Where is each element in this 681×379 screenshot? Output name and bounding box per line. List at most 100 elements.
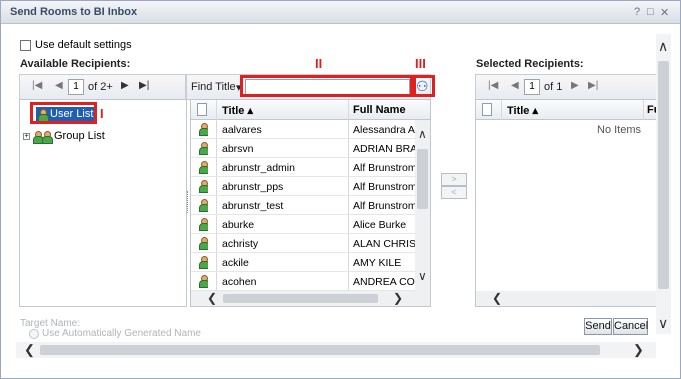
selected-horizontal-scrollbar[interactable]: ❮ — [476, 291, 657, 306]
selected-column-title[interactable]: Title ▴ — [507, 104, 538, 117]
cell-full-name: Alice Burke — [353, 219, 407, 231]
close-icon[interactable]: ✕ — [660, 6, 669, 19]
annotation-label-three: III — [415, 56, 426, 71]
table-row[interactable]: abrsvn ADRIAN BRASC — [191, 139, 415, 158]
scroll-thumb[interactable] — [417, 149, 428, 209]
available-recipients-grid: Title ▴ Full Name aalvares Alessandra Alv… — [190, 99, 431, 307]
find-title-label[interactable]: Find Title — [191, 81, 236, 93]
scroll-up-icon[interactable]: ∧ — [418, 127, 427, 141]
scroll-left-icon[interactable]: ❮ — [207, 291, 217, 305]
cell-title: abrunstr_admin — [222, 162, 295, 174]
cell-full-name: AMY KILE — [353, 257, 402, 269]
scroll-up-icon[interactable]: ∧ — [658, 38, 668, 55]
empty-list-text: No Items — [597, 124, 642, 136]
cell-title: aburke — [222, 219, 255, 231]
cell-title: acohen — [222, 276, 257, 288]
column-divider — [643, 100, 644, 120]
cell-title: ackile — [222, 257, 249, 269]
selected-pager: |◀ ◀ 1 of 1 ▶ ▶| — [475, 74, 658, 100]
last-page-icon[interactable]: ▶| — [139, 80, 149, 91]
available-pager: |◀ ◀ 1 of 2+ ▶ ▶| — [19, 74, 186, 100]
cell-full-name: Alf Brunstrom — [353, 162, 415, 174]
tree-item-group-list[interactable]: + Group List — [23, 130, 105, 144]
use-default-checkbox[interactable] — [20, 40, 31, 51]
page-number-input[interactable]: 1 — [68, 79, 84, 95]
cell-title: aalvares — [222, 124, 262, 136]
cell-full-name: Alf Brunstrom - — [353, 200, 415, 212]
remove-recipient-button[interactable]: < — [441, 186, 467, 199]
prev-page-icon[interactable]: ◀ — [55, 80, 63, 91]
dialog-scroll-thumb[interactable] — [658, 61, 669, 289]
group-list-label: Group List — [54, 130, 105, 142]
page-count-text: of 2+ — [88, 81, 113, 93]
auto-name-label: Use Automatically Generated Name — [42, 328, 201, 339]
user-icon — [199, 218, 208, 232]
scroll-left-icon[interactable]: ❮ — [24, 342, 35, 358]
cell-title: abrunstr_test — [222, 200, 284, 212]
table-row[interactable]: abrunstr_pps Alf Brunstrom — [191, 177, 415, 196]
table-row[interactable]: achristy ALAN CHRISTY — [191, 234, 415, 253]
prev-page-icon[interactable]: ◀ — [511, 80, 519, 91]
cell-full-name: ALAN CHRISTY — [353, 238, 415, 250]
table-row[interactable]: acohen ANDREA COHEN — [191, 272, 415, 291]
add-recipient-button[interactable]: > — [441, 173, 467, 186]
use-default-label: Use default settings — [35, 39, 132, 51]
scroll-right-icon[interactable]: ❯ — [633, 342, 644, 358]
cell-title: abrsvn — [222, 143, 254, 155]
available-recipients-heading: Available Recipients: — [20, 58, 131, 70]
document-icon — [197, 103, 207, 116]
scroll-down-icon[interactable]: ∨ — [418, 269, 427, 283]
dialog-horizontal-scrollbar[interactable]: ❮ ❯ — [16, 342, 656, 358]
dialog-vertical-scrollbar[interactable]: ∧ ∨ — [656, 34, 671, 334]
column-divider — [501, 100, 502, 120]
table-row[interactable]: abrunstr_admin Alf Brunstrom — [191, 158, 415, 177]
cell-full-name: Alessandra Alva — [353, 124, 415, 136]
first-page-icon[interactable]: |◀ — [488, 80, 498, 91]
annotation-box-two — [240, 75, 413, 97]
annotation-box-one — [30, 102, 97, 124]
send-button[interactable]: Send — [584, 318, 612, 335]
dialog-title: Send Rooms to BI Inbox — [10, 6, 138, 18]
splitter-handle[interactable] — [187, 191, 190, 213]
dialog-horizontal-thumb[interactable] — [40, 345, 600, 355]
next-page-icon[interactable]: ▶ — [571, 80, 579, 91]
auto-name-radio[interactable] — [29, 329, 39, 339]
annotation-label-one: I — [100, 106, 104, 121]
expand-icon[interactable]: + — [23, 132, 30, 140]
table-row[interactable]: abrunstr_test Alf Brunstrom - — [191, 196, 415, 215]
last-page-icon[interactable]: ▶| — [588, 80, 598, 91]
help-icon[interactable]: ? — [634, 6, 640, 18]
send-rooms-dialog: Send Rooms to BI Inbox ? □ ✕ Use default… — [0, 0, 681, 379]
column-full-name-header[interactable]: Full Name — [353, 104, 406, 116]
user-icon — [199, 199, 208, 213]
selected-page-input[interactable]: 1 — [524, 79, 540, 95]
cell-title: achristy — [222, 238, 259, 250]
horizontal-scrollbar[interactable]: ❮ ❯ — [191, 291, 430, 306]
title-bar: Send Rooms to BI Inbox ? □ ✕ — [1, 1, 680, 24]
scroll-right-icon[interactable]: ❯ — [393, 291, 403, 305]
maximize-icon[interactable]: □ — [647, 6, 654, 18]
next-page-icon[interactable]: ▶ — [121, 80, 129, 91]
group-list-icon-second — [42, 130, 53, 144]
table-row[interactable]: aalvares Alessandra Alva — [191, 120, 415, 139]
selected-recipients-grid: Title ▴ Fu No Items ❮ — [475, 99, 658, 307]
selected-recipients-heading: Selected Recipients: — [476, 58, 584, 70]
cell-title: abrunstr_pps — [222, 181, 284, 193]
scroll-left-icon[interactable]: ❮ — [492, 291, 502, 305]
user-icon — [199, 180, 208, 194]
user-icon — [199, 161, 208, 175]
table-row[interactable]: ackile AMY KILE — [191, 253, 415, 272]
horizontal-scroll-thumb[interactable] — [223, 294, 378, 303]
user-icon — [199, 142, 208, 156]
scroll-down-icon[interactable]: ∨ — [658, 315, 668, 332]
table-row[interactable]: aburke Alice Burke — [191, 215, 415, 234]
user-icon — [199, 256, 208, 270]
document-icon — [482, 103, 492, 116]
cancel-button[interactable]: Cancel — [613, 318, 648, 335]
first-page-icon[interactable]: |◀ — [32, 80, 42, 91]
group-list-icon — [33, 130, 44, 144]
cell-full-name: ANDREA COHEN — [353, 276, 415, 288]
vertical-scrollbar[interactable]: ∧ ∨ — [415, 120, 430, 292]
recipient-tree-panel: User List + Group List — [19, 99, 187, 307]
column-title-header[interactable]: Title ▴ — [222, 104, 253, 117]
